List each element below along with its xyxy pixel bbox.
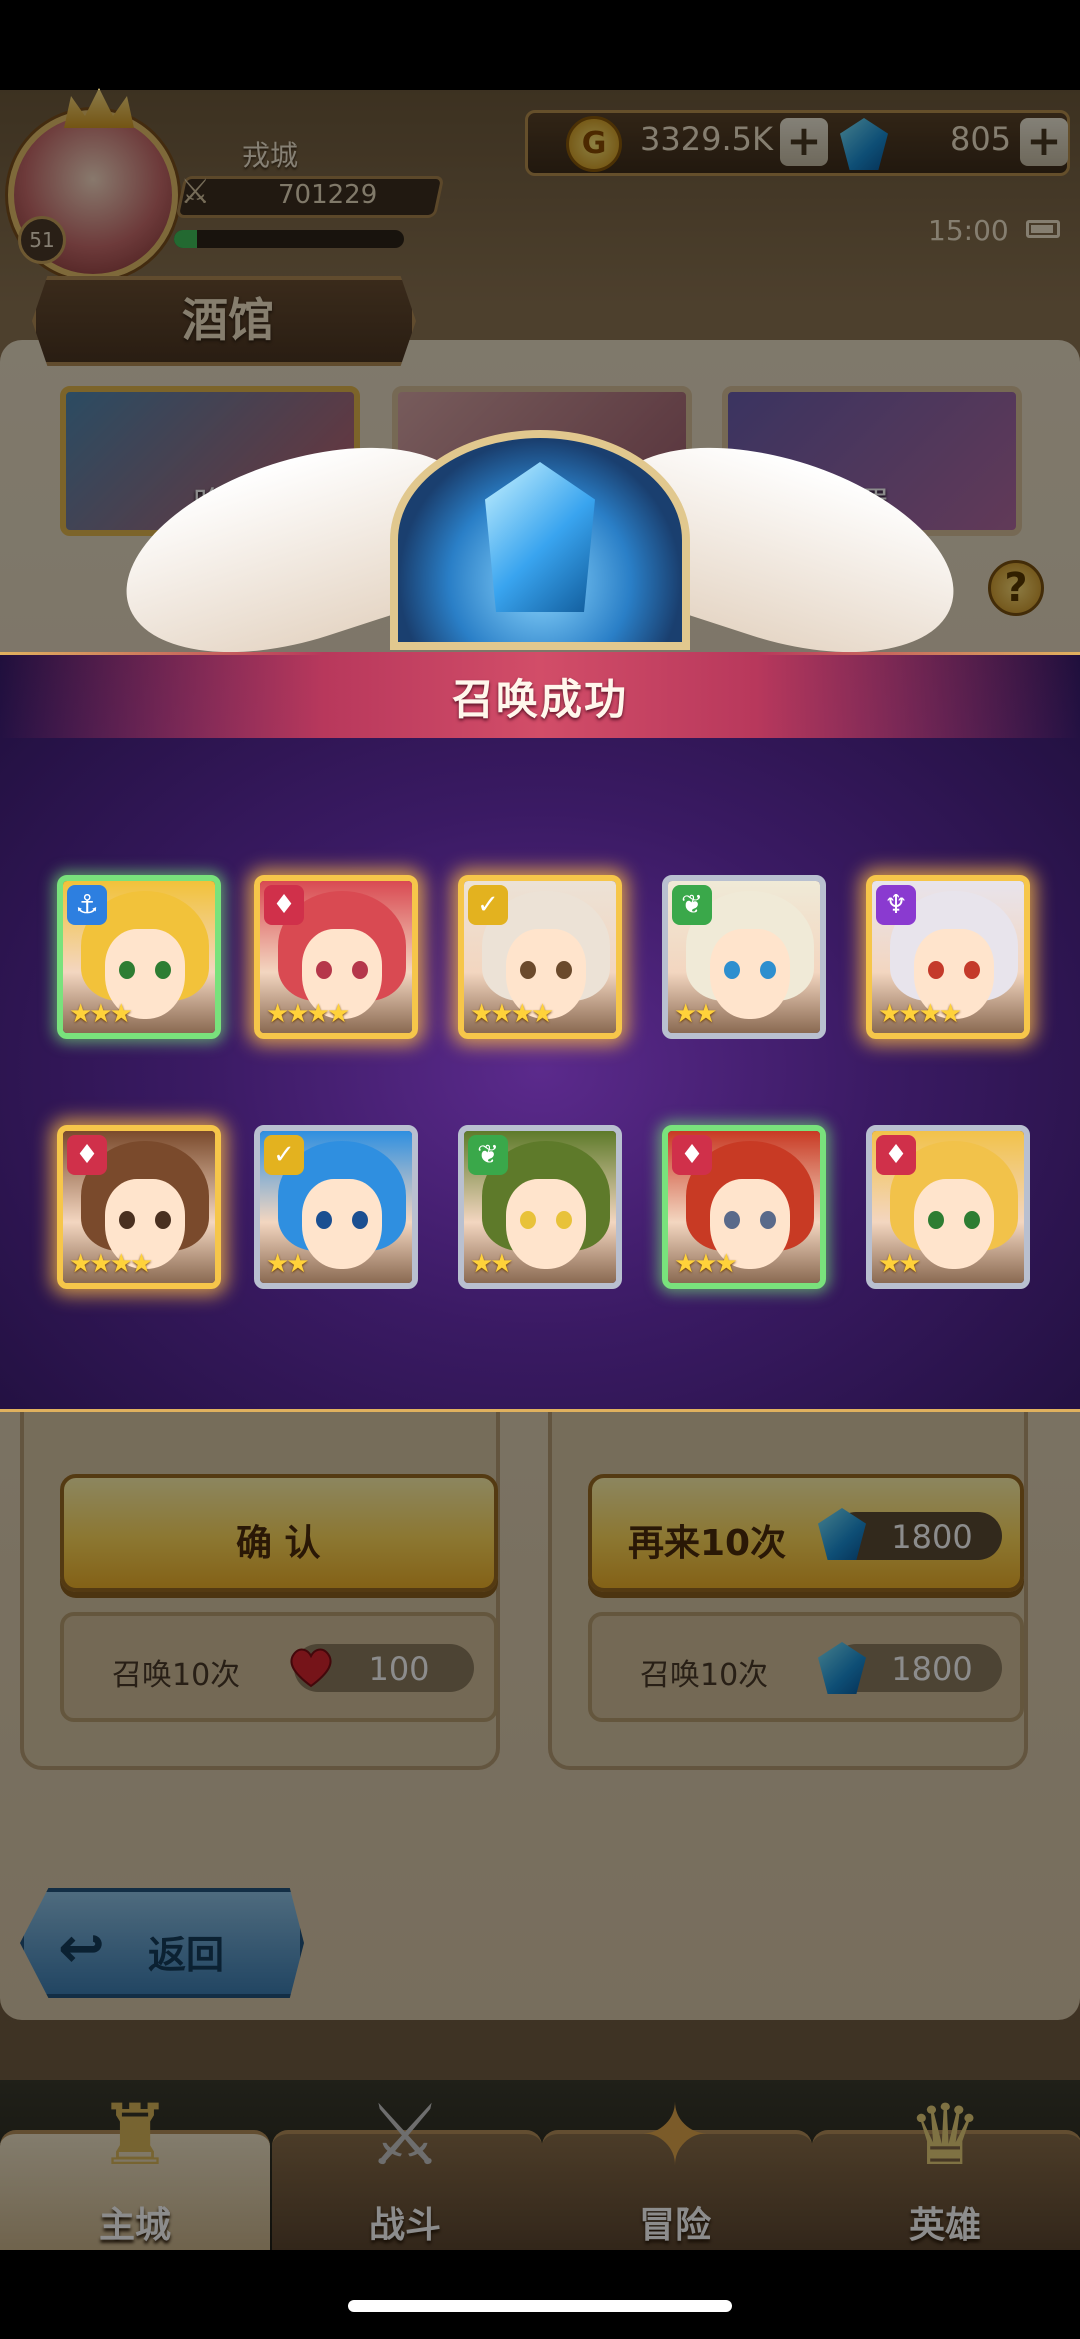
hero-eye xyxy=(556,961,572,979)
hero-eye xyxy=(928,1211,944,1229)
modal-title: 召唤成功 xyxy=(451,675,628,724)
hero-eye xyxy=(760,1211,776,1229)
hero-eye xyxy=(155,961,171,979)
hero-eye xyxy=(724,1211,740,1229)
hero-eye xyxy=(520,1211,536,1229)
nature-element-icon: ❦ xyxy=(468,1135,508,1175)
star-rating: ★★★★ xyxy=(470,999,554,1029)
light-element-icon: ✓ xyxy=(264,1135,304,1175)
hero-card[interactable]: ⚓ ★★★ xyxy=(57,875,221,1039)
hero-card[interactable]: ♦ ★★★ xyxy=(662,1125,826,1289)
fire-element-icon: ♦ xyxy=(672,1135,712,1175)
star-rating: ★★★★ xyxy=(878,999,962,1029)
hero-face xyxy=(914,1179,994,1269)
hero-eye xyxy=(520,961,536,979)
star-rating: ★★★ xyxy=(674,1249,738,1279)
hero-eye xyxy=(316,1211,332,1229)
star-rating: ★★ xyxy=(878,1249,922,1279)
status-bar xyxy=(0,0,1080,90)
fire-element-icon: ♦ xyxy=(876,1135,916,1175)
light-element-icon: ✓ xyxy=(468,885,508,925)
hero-eye xyxy=(964,961,980,979)
hero-eye xyxy=(928,961,944,979)
hero-card[interactable]: ♦ ★★ xyxy=(866,1125,1030,1289)
hero-eye xyxy=(119,1211,135,1229)
star-rating: ★★★★ xyxy=(69,1249,153,1279)
hero-eye xyxy=(155,1211,171,1229)
hero-face xyxy=(710,929,790,1019)
dark-element-icon: ♆ xyxy=(876,885,916,925)
hero-eye xyxy=(119,961,135,979)
hero-eye xyxy=(316,961,332,979)
hero-eye xyxy=(556,1211,572,1229)
fire-element-icon: ♦ xyxy=(67,1135,107,1175)
hero-eye xyxy=(352,1211,368,1229)
hero-face xyxy=(506,1179,586,1269)
star-rating: ★★★ xyxy=(69,999,133,1029)
hero-face xyxy=(302,1179,382,1269)
anchor-element-icon: ⚓ xyxy=(67,885,107,925)
hero-card[interactable]: ♦ ★★★★ xyxy=(254,875,418,1039)
hero-card[interactable]: ❦ ★★ xyxy=(662,875,826,1039)
home-indicator xyxy=(348,2300,732,2312)
hero-card[interactable]: ✓ ★★ xyxy=(254,1125,418,1289)
star-rating: ★★ xyxy=(674,999,718,1029)
hero-eye xyxy=(760,961,776,979)
hero-eye xyxy=(724,961,740,979)
hero-eye xyxy=(964,1211,980,1229)
hero-eye xyxy=(352,961,368,979)
fire-element-icon: ♦ xyxy=(264,885,304,925)
hero-card[interactable]: ♦ ★★★★ xyxy=(57,1125,221,1289)
star-rating: ★★★★ xyxy=(266,999,350,1029)
star-rating: ★★ xyxy=(266,1249,310,1279)
hero-card[interactable]: ❦ ★★ xyxy=(458,1125,622,1289)
hero-card[interactable]: ✓ ★★★★ xyxy=(458,875,622,1039)
star-rating: ★★ xyxy=(470,1249,514,1279)
hero-card[interactable]: ♆ ★★★★ xyxy=(866,875,1030,1039)
nature-element-icon: ❦ xyxy=(672,885,712,925)
